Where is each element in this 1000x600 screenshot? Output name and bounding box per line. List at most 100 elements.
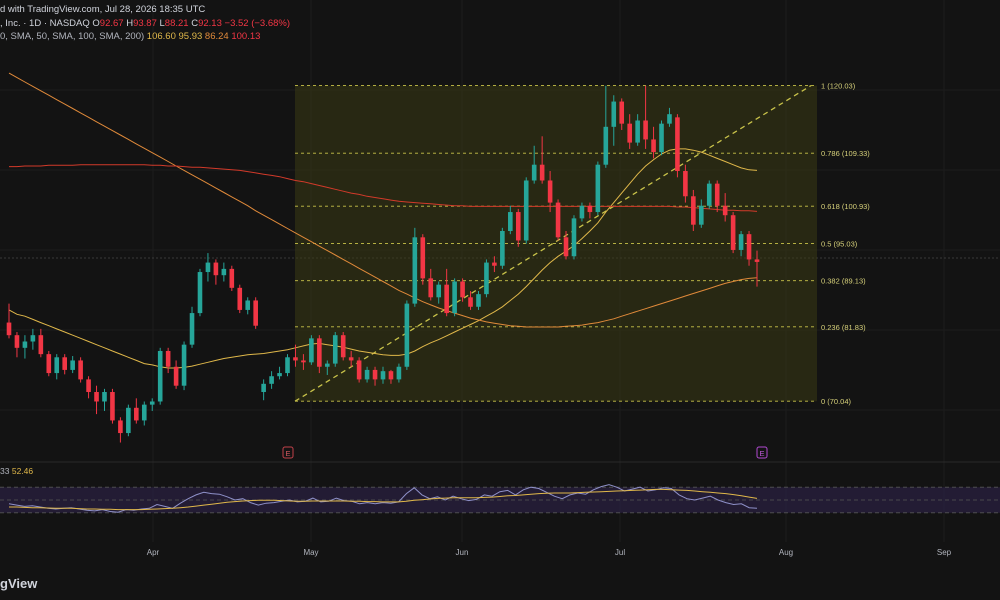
candle-body bbox=[126, 407, 131, 434]
candle-body bbox=[635, 120, 640, 143]
candle bbox=[205, 253, 211, 282]
ma-legend[interactable]: 0, SMA, 50, SMA, 100, SMA, 200) 106.60 9… bbox=[0, 31, 260, 43]
candle-body bbox=[285, 357, 290, 374]
earnings-marker[interactable]: E bbox=[756, 446, 768, 459]
candle-body bbox=[484, 262, 489, 295]
ma-params: 0, SMA, 50, SMA, 100, SMA, 200) bbox=[0, 31, 145, 42]
candle-body bbox=[460, 281, 465, 298]
candle bbox=[571, 215, 577, 260]
candle bbox=[78, 357, 83, 383]
candle-body bbox=[452, 281, 457, 314]
candle bbox=[555, 199, 561, 241]
candle bbox=[70, 356, 75, 374]
ohlc-open-label: O bbox=[92, 18, 100, 29]
rsi-label: 33 bbox=[0, 466, 10, 476]
x-tick-label: Jun bbox=[456, 548, 469, 557]
candle-body bbox=[189, 313, 195, 345]
candle-body bbox=[571, 218, 577, 257]
candle-body bbox=[659, 123, 664, 153]
candle-body bbox=[181, 344, 187, 386]
ohlc-close: 92.13 bbox=[198, 18, 222, 29]
candle-body bbox=[173, 366, 179, 386]
candle-body bbox=[738, 234, 744, 250]
candle-body bbox=[14, 335, 20, 348]
tradingview-logo[interactable]: gView bbox=[0, 576, 37, 591]
candle bbox=[102, 388, 107, 411]
candle bbox=[181, 341, 187, 391]
candle-body bbox=[348, 357, 354, 361]
fib-label-1: 0.786 (109.33) bbox=[821, 149, 870, 158]
candle-body bbox=[404, 303, 410, 367]
candle-body bbox=[515, 212, 521, 241]
rsi-legend[interactable]: 33 52.46 bbox=[0, 466, 33, 476]
candle-body bbox=[165, 350, 171, 367]
candle-body bbox=[500, 231, 505, 266]
candle-body bbox=[293, 357, 298, 361]
candle-body bbox=[317, 338, 322, 367]
fibonacci-retracement[interactable]: 1 (120.03) 0.786 (109.33) 0.618 (100.93) 0.… bbox=[294, 82, 870, 407]
header-line-1: d with TradingView.com, Jul 28, 2026 18:… bbox=[0, 4, 205, 16]
candle bbox=[332, 332, 338, 367]
candle bbox=[149, 398, 155, 411]
symbol-info[interactable]: , Inc. · 1D · NASDAQ bbox=[0, 18, 90, 29]
candle-body bbox=[587, 205, 593, 213]
candle-body bbox=[372, 369, 378, 380]
candle-body bbox=[30, 335, 36, 342]
event-markers[interactable]: EE bbox=[282, 446, 768, 459]
candle-body bbox=[134, 407, 139, 421]
candle-body bbox=[492, 262, 497, 266]
candle-body bbox=[444, 284, 449, 314]
candle-body bbox=[157, 350, 163, 402]
candle-body bbox=[221, 268, 227, 276]
candle-body bbox=[555, 202, 561, 238]
candle-body bbox=[54, 357, 60, 374]
candle-body bbox=[706, 183, 712, 206]
candle bbox=[452, 278, 457, 317]
candle bbox=[420, 234, 426, 285]
candle-body bbox=[619, 101, 625, 124]
candle-body bbox=[547, 180, 553, 203]
fib-label-3: 0.5 (95.03) bbox=[821, 239, 858, 248]
candle-body bbox=[523, 180, 529, 241]
x-tick-label: Apr bbox=[147, 548, 160, 557]
candle-body bbox=[730, 215, 736, 250]
candle-body bbox=[508, 212, 513, 231]
candle bbox=[118, 417, 123, 443]
candle bbox=[110, 388, 115, 424]
earnings-marker-label: E bbox=[285, 449, 290, 458]
candle bbox=[38, 328, 44, 358]
candle bbox=[523, 177, 529, 244]
x-tick-label: Jul bbox=[615, 548, 625, 557]
candle bbox=[30, 328, 36, 350]
candle bbox=[404, 300, 410, 370]
candle bbox=[221, 262, 227, 282]
candle-body bbox=[476, 294, 481, 307]
candle-body bbox=[436, 284, 442, 298]
candle-body bbox=[141, 404, 147, 421]
candle-body bbox=[46, 354, 52, 374]
candle-body bbox=[420, 237, 426, 279]
x-tick-label: Sep bbox=[937, 548, 952, 557]
earnings-marker[interactable]: E bbox=[282, 446, 294, 459]
chart-canvas[interactable]: 1 (120.03) 0.786 (109.33) 0.618 (100.93) 0.… bbox=[0, 0, 1000, 600]
candle-body bbox=[675, 117, 680, 172]
candle bbox=[245, 297, 251, 315]
candle-body bbox=[627, 123, 632, 143]
candle bbox=[261, 379, 266, 401]
candle bbox=[134, 398, 139, 424]
candle-body bbox=[396, 366, 402, 380]
candle-body bbox=[22, 341, 28, 348]
candle bbox=[229, 265, 235, 291]
candle-body bbox=[70, 360, 75, 370]
candle bbox=[54, 354, 60, 380]
ma-value-1: 106.60 bbox=[146, 31, 176, 42]
candle-body bbox=[611, 101, 617, 127]
candle bbox=[675, 114, 680, 178]
candle bbox=[659, 120, 664, 156]
candle bbox=[356, 357, 362, 383]
candle bbox=[157, 347, 163, 405]
watermark-title: d with TradingView.com, Jul 28, 2026 18:… bbox=[0, 4, 206, 15]
candle-body bbox=[746, 234, 752, 260]
candle bbox=[253, 297, 258, 329]
candle bbox=[269, 371, 274, 389]
